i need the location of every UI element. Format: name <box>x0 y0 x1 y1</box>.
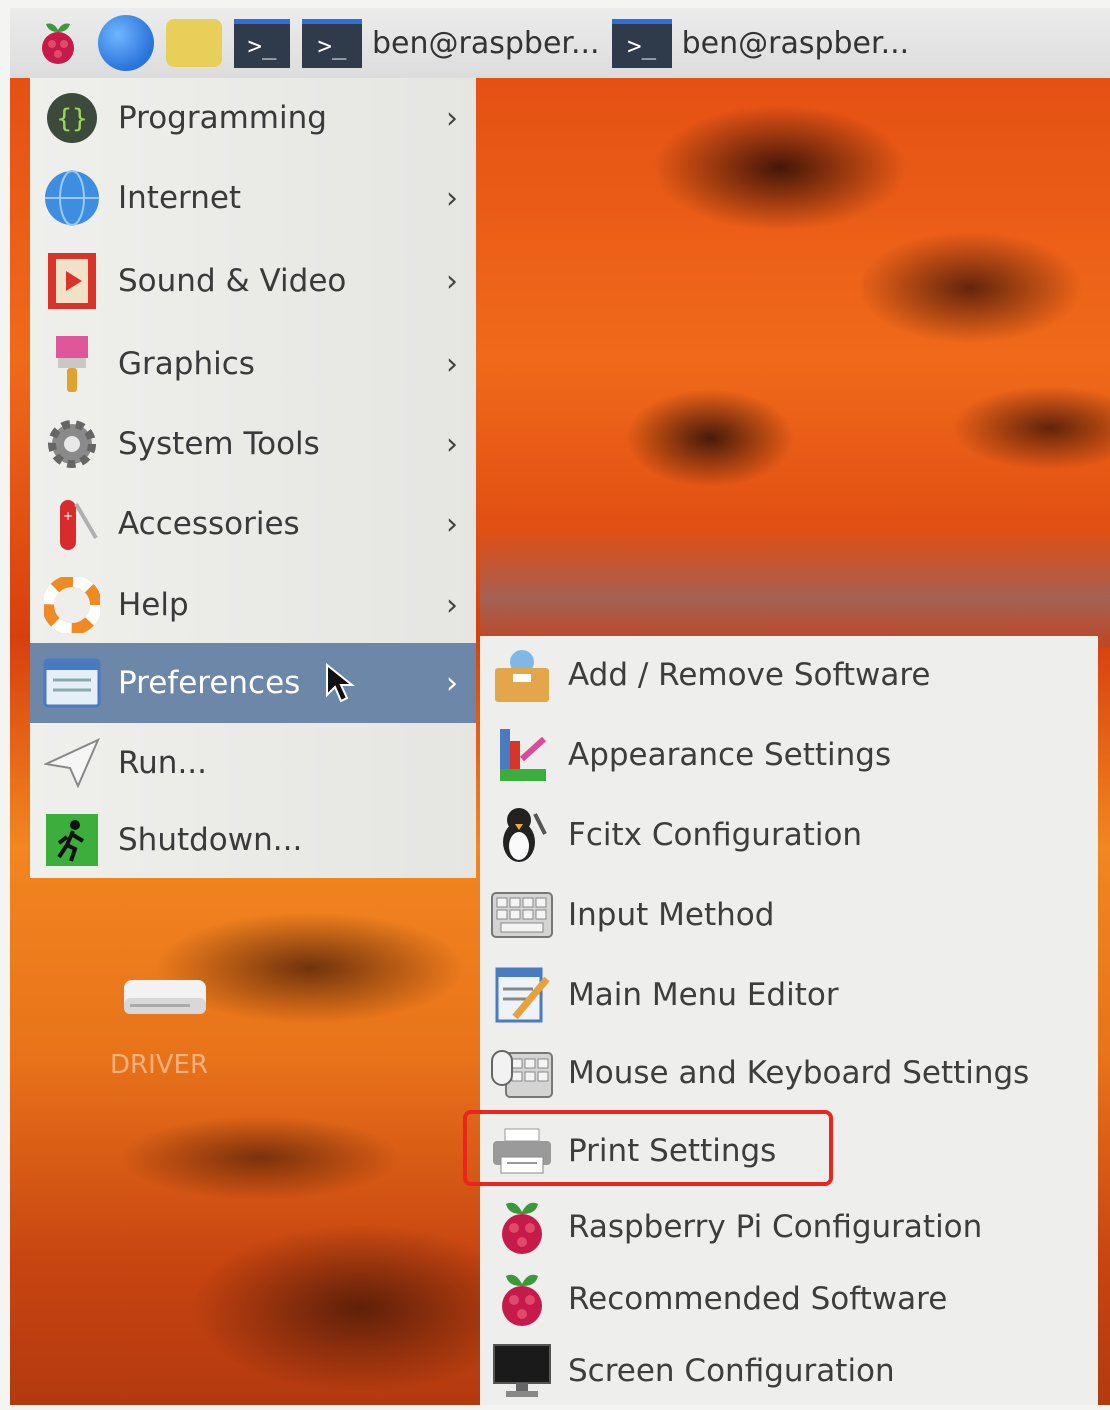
preferences-icon <box>42 653 102 713</box>
drive-label: DRIVER <box>110 1050 209 1080</box>
submenu-item-recommended-software[interactable]: Recommended Software <box>480 1260 1098 1338</box>
menu-item-label: Preferences <box>118 665 301 701</box>
lifebuoy-icon <box>42 575 102 635</box>
submenu-item-appearance-settings[interactable]: Appearance Settings <box>480 716 1098 794</box>
svg-text:+: + <box>63 509 73 523</box>
taskbar-button-terminal-1[interactable]: >_ ben@raspber... <box>302 15 600 71</box>
application-menu: {} Programming › Internet › Sound & Vide… <box>30 78 476 878</box>
chevron-right-icon: › <box>446 263 458 299</box>
chevron-right-icon: › <box>446 587 458 623</box>
taskbar-label: ben@raspber... <box>372 25 600 61</box>
chevron-right-icon: › <box>446 346 458 382</box>
paper-plane-icon <box>42 733 102 793</box>
menu-item-label: Programming <box>118 100 327 136</box>
chevron-right-icon: › <box>446 665 458 701</box>
menu-item-label: Graphics <box>118 346 255 382</box>
menu-item-label: Internet <box>118 180 242 216</box>
raspberry-menu-icon[interactable] <box>30 15 86 71</box>
mouse-cursor-icon <box>326 663 355 703</box>
taskbar-label: ben@raspber... <box>681 25 910 61</box>
pocket-knife-icon: + <box>42 494 102 554</box>
monitor-icon <box>490 1339 554 1403</box>
submenu-item-main-menu-editor[interactable]: Main Menu Editor <box>480 956 1098 1034</box>
menu-item-system-tools[interactable]: System Tools › <box>30 404 476 484</box>
menu-item-programming[interactable]: {} Programming › <box>30 78 476 158</box>
submenu-item-mouse-keyboard-settings[interactable]: Mouse and Keyboard Settings <box>480 1034 1098 1112</box>
raspberry-icon <box>490 1195 554 1259</box>
menu-item-sound-video[interactable]: Sound & Video › <box>30 241 476 321</box>
preferences-submenu: Add / Remove Software Appearance Setting… <box>480 636 1098 1405</box>
top-panel: >_ >_ ben@raspber... >_ ben@raspber... <box>10 8 1110 78</box>
submenu-item-input-method[interactable]: Input Method <box>480 876 1098 954</box>
terminal-icon: >_ <box>302 18 362 68</box>
penguin-icon <box>490 803 554 867</box>
mouse-keyboard-icon <box>490 1041 554 1105</box>
menu-item-accessories[interactable]: + Accessories › <box>30 484 476 564</box>
web-browser-icon[interactable] <box>98 15 154 71</box>
package-icon <box>490 643 554 707</box>
menu-editor-icon <box>490 963 554 1027</box>
drive-icon[interactable] <box>120 968 210 1020</box>
submenu-item-label: Appearance Settings <box>568 737 892 773</box>
submenu-item-label: Add / Remove Software <box>568 657 931 693</box>
submenu-item-label: Input Method <box>568 897 775 933</box>
menu-item-shutdown[interactable]: Shutdown... <box>30 800 476 880</box>
svg-text:{}: {} <box>56 104 87 134</box>
chevron-right-icon: › <box>446 426 458 462</box>
submenu-item-label: Fcitx Configuration <box>568 817 863 853</box>
menu-item-label: Sound & Video <box>118 263 347 299</box>
menu-item-label: System Tools <box>118 426 320 462</box>
exit-icon <box>42 810 102 870</box>
submenu-item-add-remove-software[interactable]: Add / Remove Software <box>480 636 1098 714</box>
submenu-item-label: Recommended Software <box>568 1281 948 1317</box>
chevron-right-icon: › <box>446 100 458 136</box>
paintbrush-icon <box>42 334 102 394</box>
menu-item-preferences[interactable]: Preferences › <box>30 643 476 723</box>
menu-item-internet[interactable]: Internet › <box>30 158 476 238</box>
menu-item-label: Run... <box>118 745 208 781</box>
keyboard-icon <box>490 883 554 947</box>
chevron-right-icon: › <box>446 506 458 542</box>
submenu-item-label: Raspberry Pi Configuration <box>568 1209 983 1245</box>
programming-icon: {} <box>42 88 102 148</box>
submenu-item-label: Mouse and Keyboard Settings <box>568 1055 1030 1091</box>
gear-icon <box>42 414 102 474</box>
menu-item-label: Accessories <box>118 506 300 542</box>
submenu-item-fcitx-configuration[interactable]: Fcitx Configuration <box>480 796 1098 874</box>
taskbar-button-terminal-2[interactable]: >_ ben@raspber... <box>611 15 910 71</box>
file-manager-icon[interactable] <box>166 15 222 71</box>
submenu-item-label: Screen Configuration <box>568 1353 895 1389</box>
sound-video-icon <box>42 251 102 311</box>
appearance-icon <box>490 723 554 787</box>
submenu-item-label: Main Menu Editor <box>568 977 839 1013</box>
globe-icon <box>42 168 102 228</box>
terminal-icon[interactable]: >_ <box>234 15 290 71</box>
menu-item-label: Help <box>118 587 189 623</box>
submenu-item-raspberry-pi-configuration[interactable]: Raspberry Pi Configuration <box>480 1188 1098 1266</box>
menu-item-label: Shutdown... <box>118 822 303 858</box>
menu-item-help[interactable]: Help › <box>30 565 476 645</box>
menu-item-run[interactable]: Run... <box>30 723 476 803</box>
raspberry-icon <box>490 1267 554 1331</box>
chevron-right-icon: › <box>446 180 458 216</box>
menu-item-graphics[interactable]: Graphics › <box>30 324 476 404</box>
terminal-icon: >_ <box>611 18 672 68</box>
highlight-annotation-box <box>463 1110 833 1186</box>
submenu-item-screen-configuration[interactable]: Screen Configuration <box>480 1332 1098 1410</box>
